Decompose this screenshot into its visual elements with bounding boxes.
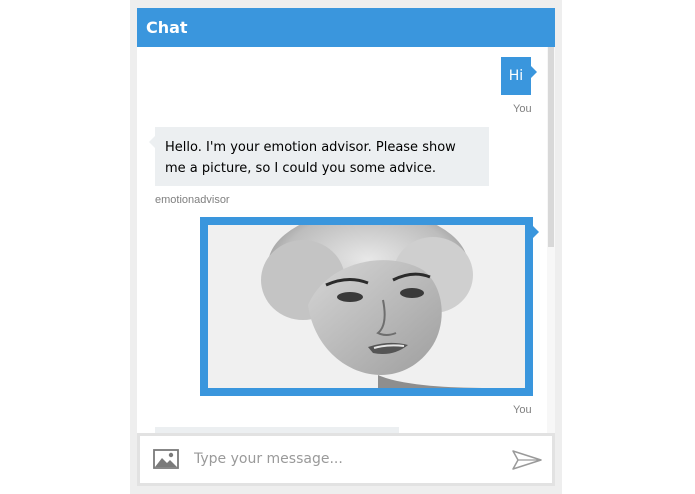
scrollbar[interactable] [547,47,555,433]
message-input-area [137,433,555,486]
message-input[interactable] [188,445,500,473]
bot-message: Hello. I'm your emotion advisor. Please … [149,127,489,186]
scrollbar-thumb[interactable] [548,47,554,247]
message-sender: You [513,103,532,115]
portrait-image [208,225,525,388]
message-history[interactable]: Hi You Hello. I'm your emotion advisor. … [137,47,555,433]
chat-window: Chat Hi You Hello. I'm your emotion advi… [130,0,562,494]
chat-header: Chat [137,8,555,47]
send-icon[interactable] [512,450,542,475]
user-message: Hi [501,57,537,95]
message-sender: You [513,404,532,416]
message-sender: emotionadvisor [155,194,230,206]
user-image-message[interactable] [200,217,539,396]
image-upload-icon[interactable] [153,449,179,474]
attached-photo[interactable] [208,225,525,388]
